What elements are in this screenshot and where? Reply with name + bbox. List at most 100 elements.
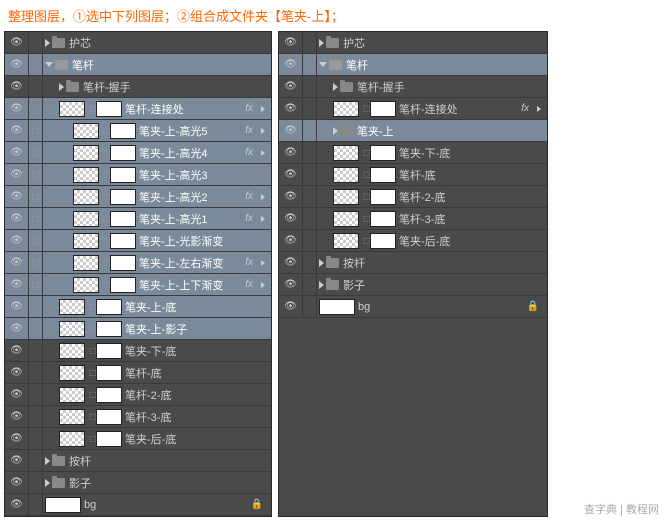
- layer-label[interactable]: 按杆: [343, 255, 365, 271]
- visibility-toggle[interactable]: 👁: [279, 76, 303, 97]
- layer-label[interactable]: 笔夹-上: [357, 123, 394, 139]
- layer-row[interactable]: 👁⬚笔杆-底: [5, 362, 271, 384]
- layer-row[interactable]: 👁⬚⬚笔夹-上-高光3: [5, 164, 271, 186]
- layer-thumb-icon[interactable]: [73, 123, 99, 139]
- layer-label[interactable]: bg: [84, 499, 96, 511]
- visibility-toggle[interactable]: 👁: [5, 76, 29, 97]
- fx-expand-icon[interactable]: [537, 106, 541, 112]
- layer-label[interactable]: 笔杆-底: [399, 167, 436, 183]
- mask-thumb-icon[interactable]: [110, 255, 136, 271]
- expand-arrow-icon[interactable]: [45, 62, 53, 67]
- visibility-toggle[interactable]: 👁: [279, 208, 303, 229]
- visibility-toggle[interactable]: 👁: [5, 252, 29, 273]
- mask-thumb-icon[interactable]: [96, 387, 122, 403]
- layer-label[interactable]: 笔杆-连接处: [399, 101, 458, 117]
- layer-row[interactable]: 👁⬚笔夹-上-影子: [5, 318, 271, 340]
- mask-thumb-icon[interactable]: [110, 233, 136, 249]
- layer-row[interactable]: 👁 笔杆: [5, 54, 271, 76]
- layer-thumb-icon[interactable]: [73, 211, 99, 227]
- layer-label[interactable]: 笔夹-下-底: [125, 343, 176, 359]
- mask-thumb-icon[interactable]: [96, 409, 122, 425]
- layer-thumb-icon[interactable]: [73, 145, 99, 161]
- mask-thumb-icon[interactable]: [370, 211, 396, 227]
- fx-label[interactable]: fx: [245, 213, 253, 224]
- lock-icon[interactable]: 🔒: [527, 301, 539, 312]
- layer-row[interactable]: 👁影子: [279, 274, 547, 296]
- fx-label[interactable]: fx: [521, 103, 529, 114]
- visibility-toggle[interactable]: 👁: [279, 54, 303, 75]
- layer-thumb-icon[interactable]: [333, 101, 359, 117]
- expand-arrow-icon[interactable]: [45, 39, 50, 47]
- mask-thumb-icon[interactable]: [110, 145, 136, 161]
- layer-label[interactable]: 笔夹-上-高光2: [139, 189, 207, 205]
- layer-label[interactable]: 笔夹-上-高光3: [139, 167, 207, 183]
- layer-label[interactable]: 笔夹-后-底: [125, 431, 176, 447]
- layer-label[interactable]: 笔夹-上-光影渐变: [139, 233, 223, 249]
- layer-thumb-icon[interactable]: [333, 189, 359, 205]
- fx-expand-icon[interactable]: [261, 128, 265, 134]
- layer-label[interactable]: 笔杆-3-底: [125, 409, 171, 425]
- layer-thumb-icon[interactable]: [59, 431, 85, 447]
- layer-label[interactable]: 笔杆: [72, 57, 94, 73]
- fx-expand-icon[interactable]: [261, 106, 265, 112]
- layer-thumb-icon[interactable]: [333, 211, 359, 227]
- visibility-toggle[interactable]: 👁: [279, 230, 303, 251]
- visibility-toggle[interactable]: 👁: [279, 252, 303, 273]
- layer-label[interactable]: 笔杆-握手: [357, 79, 405, 95]
- expand-arrow-icon[interactable]: [319, 281, 324, 289]
- layer-row[interactable]: 👁⬚⬚笔夹-上-上下渐变fx: [5, 274, 271, 296]
- expand-arrow-icon[interactable]: [319, 259, 324, 267]
- visibility-toggle[interactable]: 👁: [5, 120, 29, 141]
- fx-expand-icon[interactable]: [261, 216, 265, 222]
- layer-thumb-icon[interactable]: [319, 299, 355, 315]
- visibility-toggle[interactable]: 👁: [279, 120, 303, 141]
- mask-thumb-icon[interactable]: [370, 233, 396, 249]
- layer-thumb-icon[interactable]: [73, 167, 99, 183]
- visibility-toggle[interactable]: 👁: [5, 428, 29, 449]
- fx-expand-icon[interactable]: [261, 260, 265, 266]
- visibility-toggle[interactable]: 👁: [5, 230, 29, 251]
- layer-label[interactable]: 笔夹-上-影子: [125, 321, 187, 337]
- visibility-toggle[interactable]: 👁: [5, 32, 29, 53]
- layer-label[interactable]: 笔夹-下-底: [399, 145, 450, 161]
- layer-label[interactable]: 护芯: [343, 35, 365, 51]
- layer-thumb-icon[interactable]: [333, 233, 359, 249]
- layer-row[interactable]: 👁⬚⬚笔夹-上-光影渐变: [5, 230, 271, 252]
- layer-thumb-icon[interactable]: [333, 167, 359, 183]
- fx-label[interactable]: fx: [245, 125, 253, 136]
- fx-expand-icon[interactable]: [261, 282, 265, 288]
- mask-thumb-icon[interactable]: [96, 101, 122, 117]
- fx-label[interactable]: fx: [245, 103, 253, 114]
- mask-thumb-icon[interactable]: [370, 145, 396, 161]
- layer-row[interactable]: 👁 护芯: [279, 32, 547, 54]
- layer-label[interactable]: 笔杆-3-底: [399, 211, 445, 227]
- visibility-toggle[interactable]: 👁: [5, 142, 29, 163]
- layer-row[interactable]: 👁 笔夹-上: [279, 120, 547, 142]
- layer-thumb-icon[interactable]: [73, 189, 99, 205]
- layer-row[interactable]: 👁⬚笔夹-上-底: [5, 296, 271, 318]
- layer-label[interactable]: 笔杆: [346, 57, 368, 73]
- expand-arrow-icon[interactable]: [45, 479, 50, 487]
- mask-thumb-icon[interactable]: [96, 431, 122, 447]
- layer-label[interactable]: 笔夹-上-高光5: [139, 123, 207, 139]
- visibility-toggle[interactable]: 👁: [279, 142, 303, 163]
- layer-row[interactable]: 👁护芯: [5, 32, 271, 54]
- layer-thumb-icon[interactable]: [59, 101, 85, 117]
- layer-row[interactable]: 👁⬚⬚笔夹-上-左右渐变fx: [5, 252, 271, 274]
- layer-label[interactable]: 笔杆-底: [125, 365, 162, 381]
- visibility-toggle[interactable]: 👁: [279, 32, 303, 53]
- visibility-toggle[interactable]: 👁: [5, 54, 29, 75]
- lock-icon[interactable]: 🔒: [251, 499, 263, 510]
- visibility-toggle[interactable]: 👁: [279, 98, 303, 119]
- layer-thumb-icon[interactable]: [45, 497, 81, 513]
- fx-label[interactable]: fx: [245, 147, 253, 158]
- expand-arrow-icon[interactable]: [333, 127, 338, 135]
- layer-label[interactable]: 影子: [69, 475, 91, 491]
- layer-row[interactable]: 👁⬚笔杆-3-底: [5, 406, 271, 428]
- layer-row[interactable]: 👁bg🔒: [279, 296, 547, 318]
- mask-thumb-icon[interactable]: [370, 167, 396, 183]
- visibility-toggle[interactable]: 👁: [5, 98, 29, 119]
- layer-row[interactable]: 👁 按杆: [279, 252, 547, 274]
- mask-thumb-icon[interactable]: [110, 123, 136, 139]
- mask-thumb-icon[interactable]: [370, 189, 396, 205]
